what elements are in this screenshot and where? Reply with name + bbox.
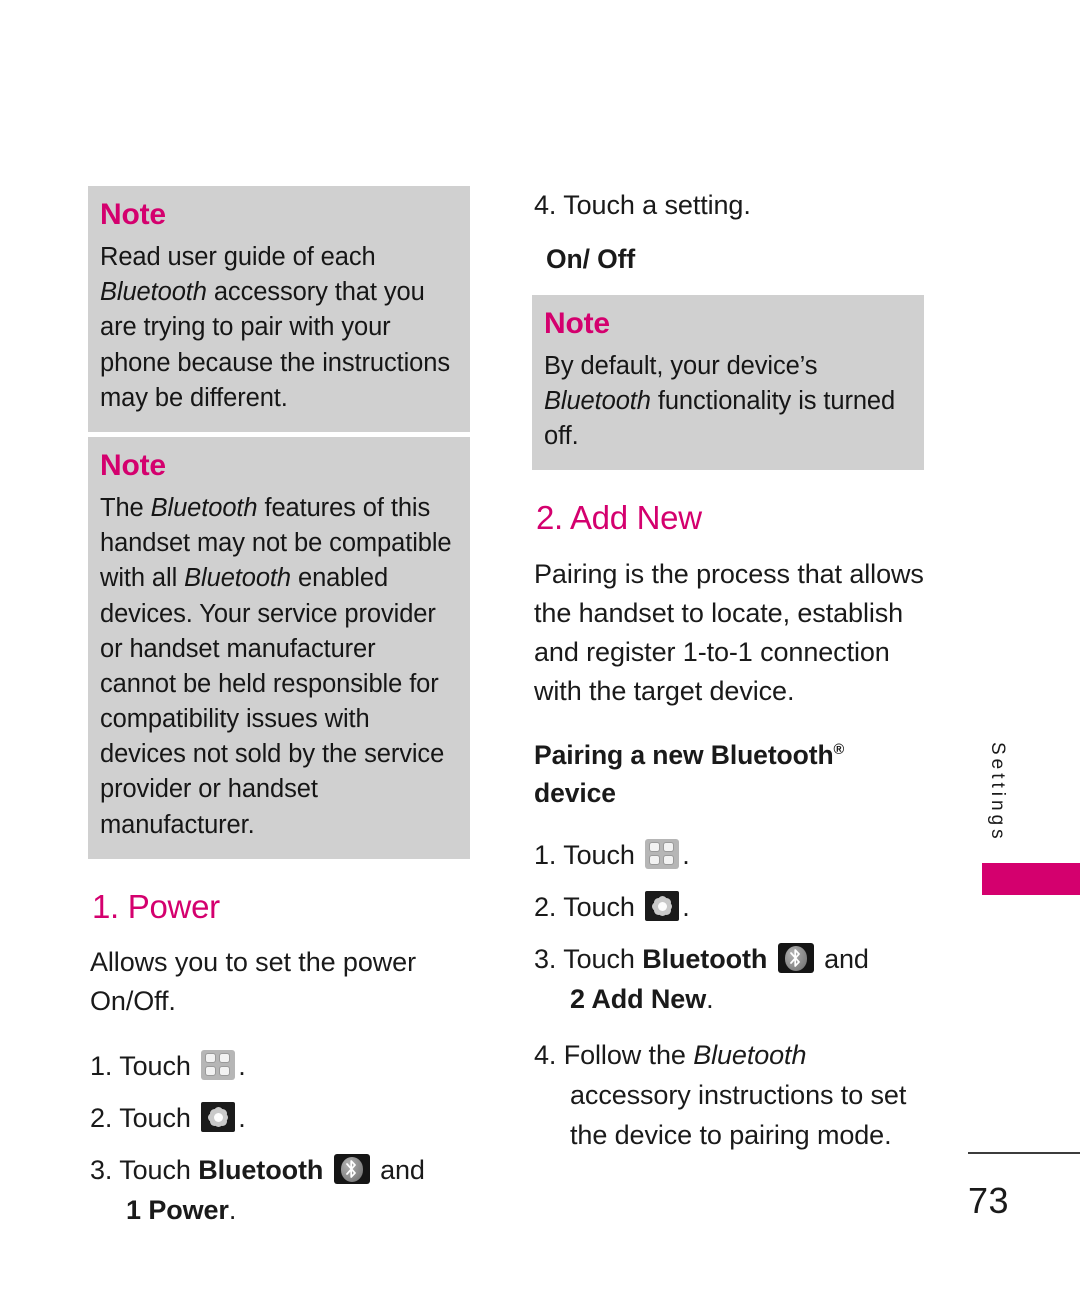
- right-column: 4. Touch a setting. On/ Off Note By defa…: [532, 186, 924, 1168]
- note-seg-3: enabled devices. Your service provider o…: [100, 564, 445, 839]
- registered-trademark-icon: ®: [833, 742, 845, 759]
- step-item: 3. Touch Bluetooth and 2 Add New.: [534, 940, 924, 1020]
- step-item: 1. Touch .: [534, 836, 924, 876]
- section-heading-power: 1. Power: [92, 887, 220, 925]
- step-continuation: 2 Add New.: [534, 980, 924, 1020]
- step-italic-term: Bluetooth: [693, 1040, 807, 1071]
- step-continuation-bold: 2 Add New: [570, 984, 707, 1015]
- page-number: 73: [968, 1180, 1010, 1221]
- left-column: Note Read user guide of each Bluetooth a…: [88, 186, 470, 1243]
- step-continuation-tail: .: [706, 984, 714, 1015]
- step-item: 4. Follow the Bluetooth accessory instru…: [534, 1036, 924, 1156]
- note-italic-1: Bluetooth: [544, 386, 651, 415]
- step-label: 4. Follow the: [534, 1040, 694, 1071]
- note-text-italic: Bluetooth: [100, 278, 207, 307]
- menu-grid-icon[interactable]: [645, 839, 680, 870]
- step-touch-a-setting: 4. Touch a setting.: [534, 190, 751, 220]
- note-title: Note: [100, 198, 166, 231]
- step-label: 2. Touch: [90, 1103, 191, 1134]
- step-after-icon: and: [380, 1155, 425, 1186]
- note-italic-1: Bluetooth: [150, 493, 258, 522]
- step-label: 3. Touch: [90, 1155, 191, 1186]
- step-item: 3. Touch Bluetooth and 1 Power.: [90, 1151, 470, 1231]
- note-body: The Bluetooth features of this handset m…: [100, 491, 458, 843]
- note-seg-1: The: [100, 493, 151, 522]
- side-tab-accent-bar: [982, 863, 1080, 895]
- step-label: 3. Touch: [534, 944, 635, 975]
- step-bold-term: Bluetooth: [642, 944, 768, 975]
- section-heading-add-new: 2. Add New: [536, 499, 702, 537]
- step-after-icon: and: [824, 944, 869, 975]
- side-tab-settings: Settings: [987, 742, 1008, 843]
- step-item: 2. Touch .: [534, 888, 924, 928]
- step-continuation: accessory instructions to set the device…: [570, 1080, 907, 1151]
- manual-page: Note Read user guide of each Bluetooth a…: [0, 0, 1080, 1295]
- bluetooth-icon[interactable]: [333, 1154, 370, 1185]
- step-tail: .: [682, 892, 690, 923]
- gear-settings-icon[interactable]: [201, 1102, 236, 1133]
- note-text-before: Read user guide of each: [100, 243, 376, 271]
- note-box-3: Note By default, your device’s Bluetooth…: [532, 294, 924, 471]
- note-body: Read user guide of each Bluetooth access…: [100, 240, 458, 416]
- subheading-text: Pairing a new Bluetooth: [534, 740, 834, 771]
- step-item: 1. Touch .: [90, 1047, 470, 1087]
- subheading-text-line2: device: [534, 777, 616, 808]
- step-tail: .: [238, 1103, 246, 1134]
- gear-settings-icon[interactable]: [645, 891, 680, 922]
- step-label: 1. Touch: [534, 840, 635, 871]
- note-body: By default, your device’s Bluetooth func…: [544, 349, 912, 455]
- note-seg-1: By default, your device’s: [544, 351, 818, 380]
- subheading-pairing-new-device: Pairing a new Bluetooth® device: [534, 737, 924, 812]
- note-title: Note: [544, 306, 610, 340]
- bluetooth-icon[interactable]: [777, 943, 814, 974]
- step-tail: .: [682, 840, 690, 871]
- step-item: 2. Touch .: [90, 1099, 470, 1139]
- note-italic-2: Bluetooth: [184, 564, 291, 593]
- step-label: 1. Touch: [90, 1051, 191, 1082]
- step-tail: .: [238, 1051, 246, 1082]
- menu-grid-icon[interactable]: [201, 1050, 236, 1081]
- step-label: 2. Touch: [534, 892, 635, 923]
- note-box-2: Note The Bluetooth features of this hand…: [88, 436, 470, 859]
- note-title: Note: [100, 448, 166, 482]
- add-new-intro-paragraph: Pairing is the process that allows the h…: [534, 558, 924, 707]
- step-bold-term: Bluetooth: [198, 1155, 324, 1186]
- step-continuation-tail: .: [228, 1195, 237, 1226]
- note-box-1: Note Read user guide of each Bluetooth a…: [88, 186, 470, 432]
- power-intro-paragraph: Allows you to set the power On/Off.: [90, 947, 416, 1017]
- footer-divider: [968, 1152, 1080, 1154]
- step-continuation-bold: 1 Power: [126, 1195, 229, 1226]
- setting-option-on-off: On/ Off: [546, 244, 636, 275]
- step-continuation: 1 Power.: [90, 1191, 470, 1231]
